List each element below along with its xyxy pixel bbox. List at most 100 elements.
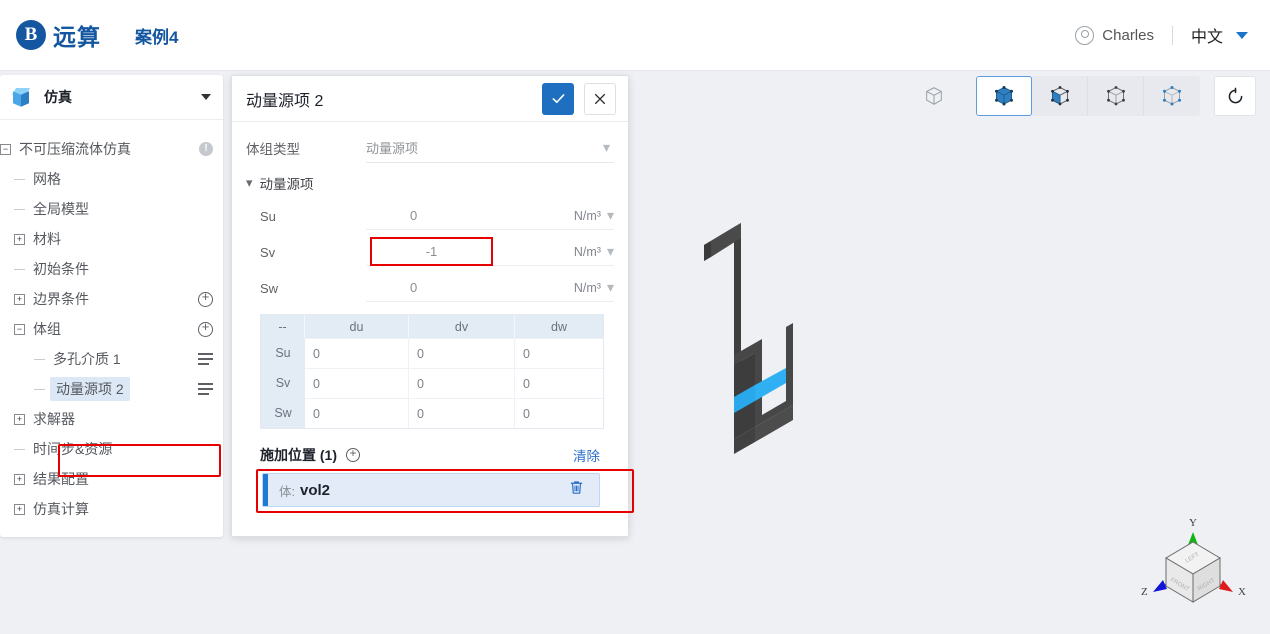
source-row-sw: Sw 0 N/m³ ▾ xyxy=(246,270,614,306)
sidebar-header[interactable]: 仿真 xyxy=(0,75,223,120)
sidebar-item-label: 材料 xyxy=(33,231,61,247)
cancel-button[interactable] xyxy=(584,82,616,115)
row-header: Su xyxy=(261,338,305,368)
vertex-select-button[interactable] xyxy=(1144,76,1200,116)
logo-text: 远算 xyxy=(53,24,101,50)
clear-button[interactable]: 清除 xyxy=(573,445,600,465)
axis-label-y: Y xyxy=(1189,517,1197,529)
sidebar-item-label: 多孔介质 1 xyxy=(53,351,121,367)
table-header-row: -- du dv dw xyxy=(261,315,603,338)
geometry-view[interactable] xyxy=(690,205,810,460)
body-group-type-select[interactable]: 动量源项 ▾ xyxy=(366,133,614,163)
chevron-down-icon: ▾ xyxy=(606,207,614,223)
sidebar-item-label: 网格 xyxy=(33,171,61,187)
cube-outline-icon-button[interactable] xyxy=(914,76,954,116)
chevron-down-icon: ▾ xyxy=(606,243,614,259)
add-icon[interactable] xyxy=(198,291,213,307)
sidebar-item-label: 全局模型 xyxy=(33,201,89,217)
sidebar-item-11[interactable]: + 结果配置 xyxy=(0,464,223,494)
expand-icon[interactable]: + xyxy=(14,293,25,305)
expand-icon[interactable]: + xyxy=(14,473,25,485)
edge-select-button[interactable] xyxy=(1088,76,1144,116)
expand-icon[interactable]: + xyxy=(14,413,25,425)
row-header: Sw xyxy=(261,398,305,428)
source-label: Sv xyxy=(260,244,276,260)
column-header-2: dv xyxy=(409,315,515,338)
sidebar-item-2[interactable]: 全局模型 xyxy=(0,194,223,224)
sidebar-item-1[interactable]: 网格 xyxy=(0,164,223,194)
user-circle-icon xyxy=(1075,25,1095,45)
sidebar-item-6[interactable]: − 体组 xyxy=(0,314,223,344)
momentum-source-panel: 动量源项 2 体组类型 动量源项 ▾ ▾ 动量源项 Su 0 N/m³ ▾ Sv N/m³… xyxy=(231,75,634,537)
sidebar-item-0[interactable]: − 不可压缩流体仿真! xyxy=(0,134,223,164)
sidebar-item-4[interactable]: 初始条件 xyxy=(0,254,223,284)
source-row-sv: Sv N/m³ ▾ -1 xyxy=(246,234,614,270)
unit-select[interactable]: N/m³ ▾ xyxy=(540,238,614,266)
unit-select[interactable]: N/m³ ▾ xyxy=(540,274,614,302)
source-row-su: Su 0 N/m³ ▾ xyxy=(246,198,614,234)
list-item[interactable]: 体: vol2 xyxy=(262,473,600,507)
simulation-tree: −不可压缩流体仿真! 网格全局模型 + 材料初始条件+边界条件−体组多孔介质 1 动量源… xyxy=(0,120,223,524)
item-name: vol2 xyxy=(299,481,330,499)
source-label: Su xyxy=(260,208,276,224)
apply-location-header: 施加位置 (1) 清除 xyxy=(260,445,600,465)
apply-location-list: 体: vol2 xyxy=(256,469,634,513)
sidebar-item-5[interactable]: + 边界条件 xyxy=(0,284,223,314)
derivative-matrix-table: -- du dv dw Su 0 0 0 Sv 0 0 0 Sw 0 0 0 xyxy=(260,314,604,429)
user-menu[interactable]: Charles xyxy=(1075,25,1154,45)
list-icon[interactable] xyxy=(198,353,213,365)
expand-icon[interactable]: + xyxy=(14,233,25,245)
source-input[interactable]: 0 xyxy=(366,274,540,302)
face-select-button[interactable] xyxy=(1032,76,1088,116)
table-cell[interactable]: 0 xyxy=(305,398,409,428)
table-cell[interactable]: 0 xyxy=(409,338,515,368)
table-cell[interactable]: 0 xyxy=(305,338,409,368)
language-label[interactable]: 中文 xyxy=(1191,23,1223,47)
user-name: Charles xyxy=(1102,26,1154,44)
source-input-value: -1 xyxy=(425,244,438,259)
collapse-icon[interactable]: − xyxy=(0,143,11,155)
body-group-type-value: 动量源项 xyxy=(366,141,419,156)
brand-logo[interactable]: B 远算 xyxy=(16,18,101,52)
column-header-3: dw xyxy=(515,315,603,338)
table-row: Sv 0 0 0 xyxy=(261,368,603,398)
sidebar-item-9[interactable]: + 求解器 xyxy=(0,404,223,434)
sidebar-item-12[interactable]: + 仿真计算 xyxy=(0,494,223,524)
item-accent-bar xyxy=(263,474,268,506)
add-icon[interactable] xyxy=(198,321,213,337)
sidebar-item-7[interactable]: 多孔介质 1 xyxy=(0,344,223,374)
momentum-section-header[interactable]: ▾ 动量源项 xyxy=(246,168,614,198)
unit-select[interactable]: N/m³ ▾ xyxy=(540,202,614,230)
sidebar-title: 仿真 xyxy=(44,89,72,105)
chevron-down-icon[interactable] xyxy=(1236,31,1248,39)
sidebar-item-label: 不可压缩流体仿真 xyxy=(19,141,131,157)
table-cell[interactable]: 0 xyxy=(409,398,515,428)
case-name: 案例4 xyxy=(135,27,179,47)
tree-branch-line xyxy=(14,448,25,450)
list-icon[interactable] xyxy=(198,383,213,395)
reset-view-button[interactable] xyxy=(1214,76,1256,116)
trash-icon[interactable] xyxy=(568,479,585,501)
confirm-button[interactable] xyxy=(542,82,574,115)
logo-icon: B xyxy=(16,20,46,50)
table-cell[interactable]: 0 xyxy=(409,368,515,398)
table-cell[interactable]: 0 xyxy=(515,338,603,368)
axis-navigation-cube[interactable]: LEFT FRONT RIGHT Y X Z xyxy=(1138,517,1248,620)
caret-down-icon[interactable] xyxy=(201,94,211,100)
expand-icon[interactable]: + xyxy=(14,503,25,515)
apply-location-title: 施加位置 (1) xyxy=(260,447,337,463)
table-cell[interactable]: 0 xyxy=(305,368,409,398)
collapse-icon[interactable]: − xyxy=(14,323,25,335)
tree-branch-line xyxy=(34,388,45,390)
row-header: Sv xyxy=(261,368,305,398)
sidebar-item-3[interactable]: + 材料 xyxy=(0,224,223,254)
table-cell[interactable]: 0 xyxy=(515,368,603,398)
sidebar-item-10[interactable]: 时间步&资源 xyxy=(0,434,223,464)
chevron-down-icon: ▾ xyxy=(602,139,610,155)
solid-select-button[interactable] xyxy=(976,76,1032,116)
sidebar-item-8[interactable]: 动量源项 2 xyxy=(0,374,223,404)
table-cell[interactable]: 0 xyxy=(515,398,603,428)
source-input[interactable]: 0 xyxy=(366,202,540,230)
add-circle-icon[interactable] xyxy=(346,446,360,462)
chevron-down-icon: ▾ xyxy=(606,279,614,295)
